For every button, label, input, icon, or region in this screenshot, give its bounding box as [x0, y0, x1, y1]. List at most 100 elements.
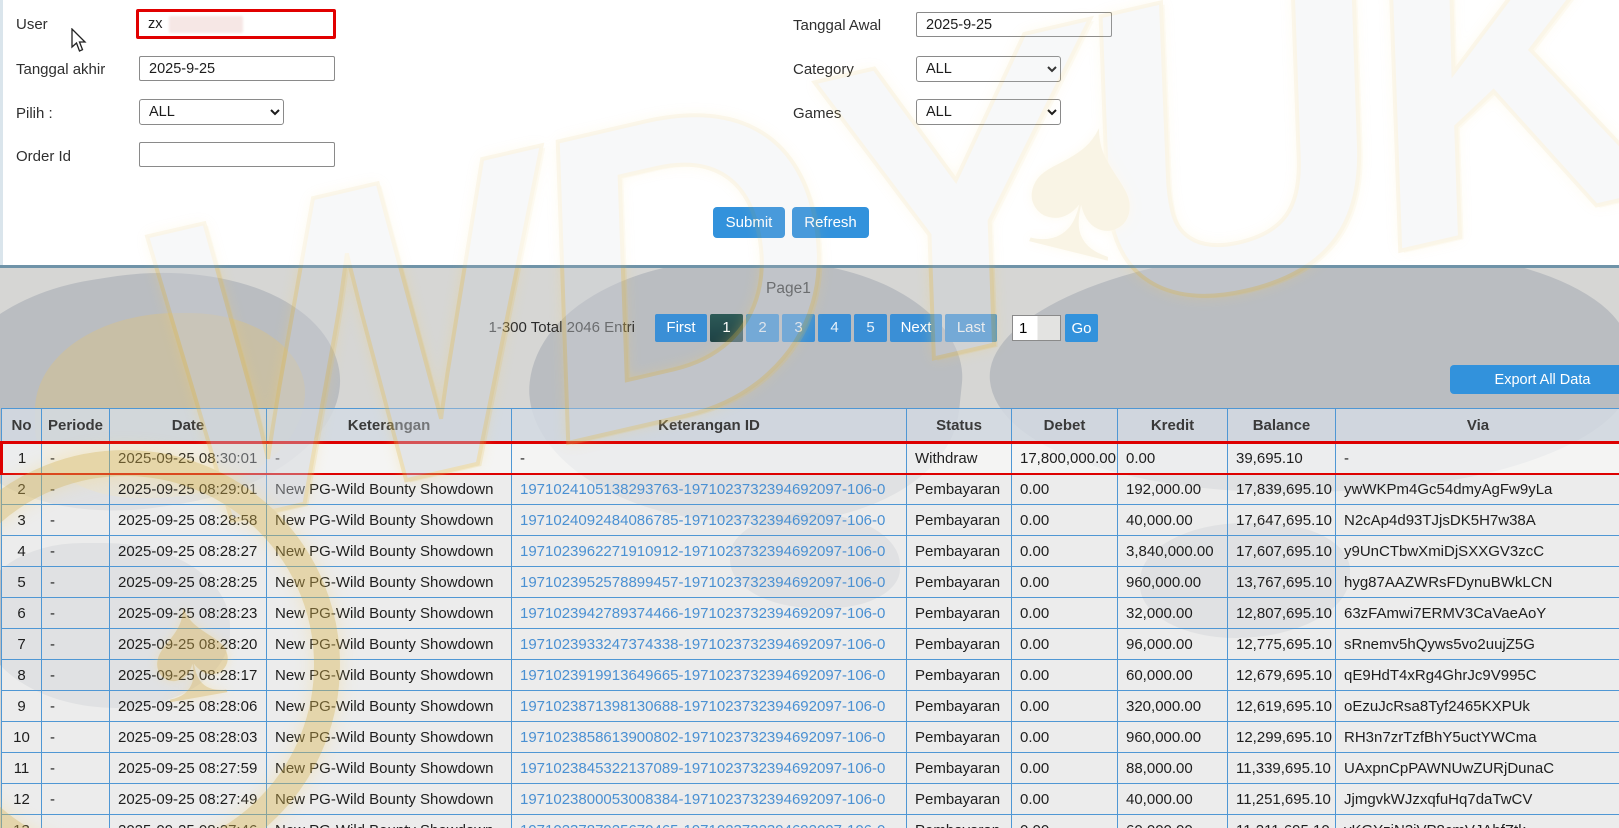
cell-keterangan: New PG-Wild Bounty Showdown [266, 597, 512, 629]
tanggal-akhir-label: Tanggal akhir [16, 61, 106, 78]
go-button[interactable]: Go [1065, 314, 1098, 342]
cell-no: 9 [1, 690, 42, 722]
cell-periode: - [41, 566, 110, 598]
keterangan-id-link[interactable]: 1971024092484086785-1971023732394692097-… [520, 512, 885, 529]
cell-keterangan_id: 1971023933247374338-1971023732394692097-… [511, 628, 907, 660]
cell-periode: - [41, 441, 110, 475]
cell-kredit: 60,000.00 [1117, 814, 1228, 828]
pilih-select[interactable]: ALL [139, 99, 284, 125]
cell-keterangan_id: 1971023871398130688-1971023732394692097-… [511, 690, 907, 722]
column-header-no: No [1, 408, 42, 443]
cell-periode: - [41, 597, 110, 629]
cell-kredit: 96,000.00 [1117, 628, 1228, 660]
cell-periode: - [41, 504, 110, 536]
cell-keterangan: New PG-Wild Bounty Showdown [266, 628, 512, 660]
cell-balance: 17,647,695.10 [1227, 504, 1336, 536]
keterangan-id-link[interactable]: 1971023933247374338-1971023732394692097-… [520, 636, 885, 653]
games-label: Games [793, 105, 842, 122]
table-body: 1-2025-09-25 08:30:01- - Withdraw 17,800,00… [0, 441, 1619, 828]
page-button-2[interactable]: 2 [746, 314, 779, 342]
keterangan-id-link[interactable]: 1971023952578899457-1971023732394692097-… [520, 574, 885, 591]
table-header-row: No Periode Date Keterangan Keterangan ID Stat… [1, 408, 1619, 443]
cell-periode: - [41, 752, 110, 784]
games-select[interactable]: ALL [916, 99, 1061, 125]
keterangan-id-link[interactable]: 1971023962271910912-1971023732394692097-… [520, 543, 885, 560]
cell-status: Pembayaran [906, 566, 1012, 598]
tanggal-awal-input[interactable] [916, 12, 1112, 37]
keterangan-id-link[interactable]: 1971023858613900802-1971023732394692097-… [520, 729, 885, 746]
page-button-5[interactable]: 5 [854, 314, 887, 342]
cell-keterangan: New PG-Wild Bounty Showdown [266, 721, 512, 753]
cell-no: 11 [1, 752, 42, 784]
cell-periode: - [41, 690, 110, 722]
keterangan-id-link[interactable]: 1971023845322137089-1971023732394692097-… [520, 760, 885, 777]
cell-keterangan: New PG-Wild Bounty Showdown [266, 814, 512, 828]
cell-debet: 0.00 [1011, 721, 1118, 753]
cell-keterangan: New PG-Wild Bounty Showdown [266, 566, 512, 598]
column-header-status: Status [906, 408, 1012, 443]
refresh-button[interactable]: Refresh [792, 207, 869, 238]
cell-status: Pembayaran [906, 814, 1012, 828]
keterangan-id-link[interactable]: 1971023787925670465-1971023732394692097-… [520, 822, 885, 828]
cell-via: hyg87AAZWRsFDynuBWkLCN [1335, 566, 1619, 598]
page-button-last[interactable]: Last [945, 314, 997, 342]
cell-no: 10 [1, 721, 42, 753]
cell-keterangan_id: 1971023787925670465-1971023732394692097-… [511, 814, 907, 828]
submit-button[interactable]: Submit [713, 207, 785, 238]
table-row: 3-2025-09-25 08:28:58 New PG-Wild Bounty … [1, 504, 1619, 536]
page: { "watermark": { "text": "WDYUK" }, "col… [0, 0, 1619, 828]
cell-no: 7 [1, 628, 42, 660]
cell-date: 2025-09-25 08:28:17 [109, 659, 267, 691]
cell-status: Withdraw [906, 441, 1012, 475]
redaction-overlay [169, 16, 243, 33]
cell-keterangan: New PG-Wild Bounty Showdown [266, 659, 512, 691]
cell-no: 12 [1, 783, 42, 815]
cell-keterangan_id: 1971023962271910912-1971023732394692097-… [511, 535, 907, 567]
cell-via: vKGYziN3iVP8cmVJAbfZtk [1335, 814, 1619, 828]
column-header-periode: Periode [41, 408, 110, 443]
page-button-1[interactable]: 1 [710, 314, 743, 342]
keterangan-id-link[interactable]: 1971023919913649665-1971023732394692097-… [520, 667, 885, 684]
order-id-label: Order Id [16, 148, 72, 165]
page-button-4[interactable]: 4 [818, 314, 851, 342]
cell-date: 2025-09-25 08:27:49 [109, 783, 267, 815]
cell-periode: - [41, 814, 110, 828]
keterangan-id-link[interactable]: 1971023942789374466-1971023732394692097-… [520, 605, 885, 622]
cell-debet: 0.00 [1011, 504, 1118, 536]
keterangan-id-link[interactable]: 1971023871398130688-1971023732394692097-… [520, 698, 885, 715]
cell-debet: 17,800,000.00 [1011, 441, 1118, 475]
cell-no: 8 [1, 659, 42, 691]
tanggal-awal-label: Tanggal Awal [793, 17, 882, 34]
table-row: 6-2025-09-25 08:28:23 New PG-Wild Bounty … [1, 597, 1619, 629]
range-text: 1-300 Total 2046 Entri [488, 319, 636, 336]
filter-form: User Tanggal akhir Pilih : ALL Order Id … [0, 0, 1619, 265]
cell-balance: 39,695.10 [1227, 441, 1336, 475]
tanggal-akhir-input[interactable] [139, 56, 335, 81]
category-label: Category [793, 61, 854, 78]
page-button-next[interactable]: Next [890, 314, 942, 342]
cell-date: 2025-09-25 08:28:25 [109, 566, 267, 598]
cell-no: 5 [1, 566, 42, 598]
keterangan-id-link[interactable]: 1971023800053008384-1971023732394692097-… [520, 791, 885, 808]
page-indicator: Page1 [766, 280, 811, 297]
table-row: 7-2025-09-25 08:28:20 New PG-Wild Bounty … [1, 628, 1619, 660]
page-button-3[interactable]: 3 [782, 314, 815, 342]
export-all-data-button[interactable]: Export All Data [1450, 365, 1619, 394]
order-id-input[interactable] [139, 142, 335, 167]
keterangan-id-link[interactable]: 1971024105138293763-1971023732394692097-… [520, 481, 885, 498]
cell-balance: 11,339,695.10 [1227, 752, 1336, 784]
cell-status: Pembayaran [906, 690, 1012, 722]
cell-debet: 0.00 [1011, 783, 1118, 815]
cell-debet: 0.00 [1011, 690, 1118, 722]
table-row: 2-2025-09-25 08:29:01 New PG-Wild Bounty … [1, 473, 1619, 505]
page-button-first[interactable]: First [655, 314, 707, 342]
goto-page-input[interactable] [1012, 315, 1061, 341]
cell-date: 2025-09-25 08:28:27 [109, 535, 267, 567]
category-select[interactable]: ALL [916, 56, 1061, 82]
cell-date: 2025-09-25 08:28:23 [109, 597, 267, 629]
cell-status: Pembayaran [906, 597, 1012, 629]
cell-date: 2025-09-25 08:30:01 [109, 441, 267, 475]
cell-kredit: 320,000.00 [1117, 690, 1228, 722]
cell-via: ywWKPm4Gc54dmyAgFw9yLa [1335, 473, 1619, 505]
column-header-via: Via [1335, 408, 1619, 443]
